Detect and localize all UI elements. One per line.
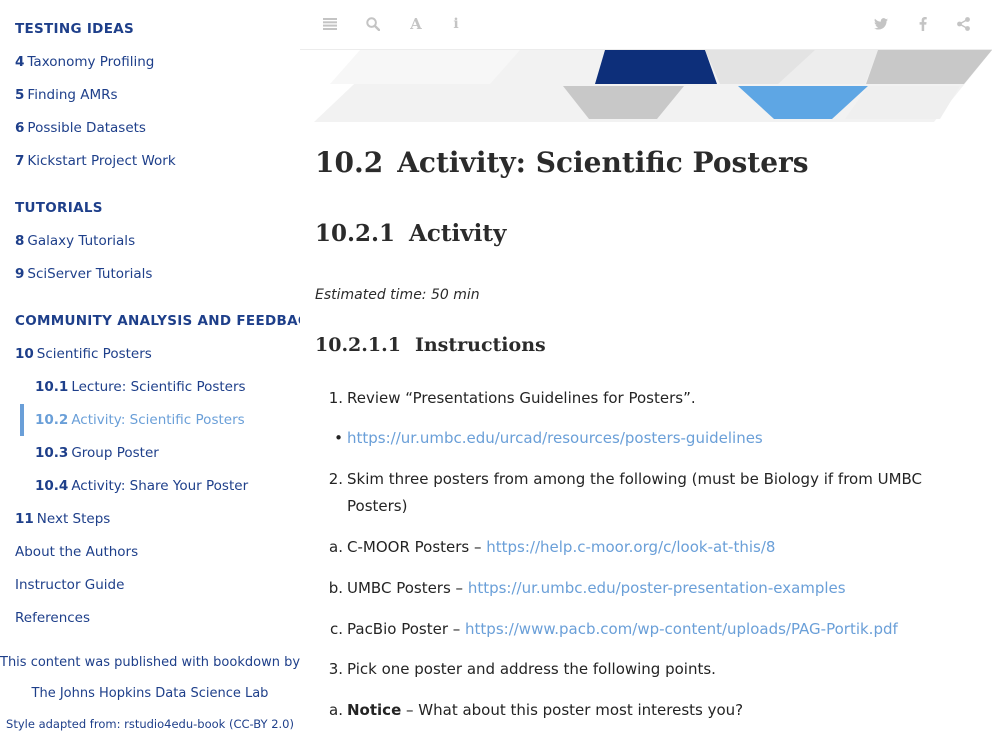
sidebar-item-number: 7: [15, 153, 25, 169]
sidebar-section-testing-ideas: TESTING IDEAS: [15, 21, 134, 37]
list-marker: 1.: [328, 389, 343, 407]
sidebar-item-next-steps[interactable]: 11 Next Steps: [15, 511, 110, 527]
sidebar-item-number: 9: [15, 266, 25, 282]
section-title: Activity: Scientific Posters: [397, 146, 809, 179]
list-marker: 3.: [328, 660, 343, 678]
book-toolbar: A i: [300, 0, 992, 50]
list-marker: a.: [329, 538, 343, 556]
sidebar-item-label: Activity: Scientific Posters: [71, 412, 245, 428]
sidebar-item-number: 11: [15, 511, 34, 527]
sidebar-item-label: Instructor Guide: [15, 577, 125, 593]
sidebar-item-label: Taxonomy Profiling: [27, 54, 155, 70]
sidebar-item-label: Scientific Posters: [36, 346, 152, 362]
sidebar-item-label: Galaxy Tutorials: [27, 233, 136, 249]
sidebar-item-activity-scientific-posters[interactable]: 10.2 Activity: Scientific Posters: [35, 412, 245, 428]
list-item-text-continued: Posters): [347, 497, 408, 515]
sidebar-item-label: About the Authors: [15, 544, 139, 560]
search-icon[interactable]: [363, 14, 383, 34]
section-number: 10.2.1: [315, 220, 396, 247]
list-marker: 2.: [328, 470, 343, 488]
sidebar-item-number: 4: [15, 54, 25, 70]
subsection-heading: 10.2.1 Activity: [315, 220, 506, 247]
sidebar-item-number: 6: [15, 120, 25, 136]
list-item-text: C-MOOR Posters –: [347, 538, 487, 556]
publisher-link[interactable]: The Johns Hopkins Data Science Lab: [0, 686, 300, 701]
list-item-text: Review “Presentations Guidelines for Pos…: [347, 389, 696, 407]
list-marker: a.: [329, 701, 343, 719]
sidebar-item-taxonomy-profiling[interactable]: 4 Taxonomy Profiling: [15, 54, 154, 70]
list-item-text: UMBC Posters –: [347, 579, 468, 597]
cmoor-posters-link[interactable]: https://help.c-moor.org/c/look-at-this/8: [486, 538, 775, 556]
info-icon[interactable]: i: [446, 14, 466, 34]
sidebar: TESTING IDEAS 4 Taxonomy Profiling 5 Findi…: [0, 0, 300, 744]
list-item-text: PacBio Poster –: [347, 620, 466, 638]
section-number: 10.2.1.1: [315, 334, 401, 356]
sidebar-item-kickstart-project-work[interactable]: 7 Kickstart Project Work: [15, 153, 176, 169]
list-item-text: Skim three posters from among the follow…: [347, 470, 923, 488]
sidebar-item-label: Group Poster: [71, 445, 159, 461]
page-title: 10.2 Activity: Scientific Posters: [315, 146, 809, 179]
sidebar-item-number: 10: [15, 346, 34, 362]
sidebar-item-label: Next Steps: [36, 511, 111, 527]
sidebar-item-number: 8: [15, 233, 25, 249]
sidebar-item-label: Possible Datasets: [27, 120, 146, 136]
pacbio-poster-link[interactable]: https://www.pacb.com/wp-content/uploads/…: [465, 620, 898, 638]
sidebar-item-number: 10.1: [35, 379, 69, 395]
section-number: 10.2: [315, 146, 384, 179]
style-credit-link[interactable]: Style adapted from: rstudio4edu-book (CC…: [0, 717, 300, 731]
sidebar-item-galaxy-tutorials[interactable]: 8 Galaxy Tutorials: [15, 233, 135, 249]
sidebar-item-instructor-guide[interactable]: Instructor Guide: [15, 577, 124, 593]
sidebar-section-tutorials: TUTORIALS: [15, 200, 103, 216]
list-item-text: – What about this poster most interests …: [401, 701, 744, 719]
sidebar-item-label: Activity: Share Your Poster: [71, 478, 249, 494]
notice-label: Notice: [347, 701, 402, 719]
sidebar-item-number: 10.2: [35, 412, 69, 428]
umbc-posters-link[interactable]: https://ur.umbc.edu/poster-presentation-…: [468, 579, 846, 597]
sidebar-item-group-poster[interactable]: 10.3 Group Poster: [35, 445, 159, 461]
sidebar-item-about-the-authors[interactable]: About the Authors: [15, 544, 138, 560]
sidebar-section-community-analysis: COMMUNITY ANALYSIS AND FEEDBACK: [15, 313, 300, 329]
list-item-text: Pick one poster and address the followin…: [347, 660, 716, 678]
sidebar-item-label: Lecture: Scientific Posters: [71, 379, 246, 395]
sidebar-item-share-your-poster[interactable]: 10.4 Activity: Share Your Poster: [35, 478, 248, 494]
list-marker: •: [334, 429, 343, 447]
section-title: Instructions: [414, 334, 546, 356]
sidebar-item-number: 5: [15, 87, 25, 103]
facebook-icon[interactable]: [913, 14, 933, 34]
toc-toggle-icon[interactable]: [320, 14, 340, 34]
active-item-indicator: [20, 404, 24, 436]
share-icon[interactable]: [953, 14, 973, 34]
sidebar-item-finding-amrs[interactable]: 5 Finding AMRs: [15, 87, 118, 103]
sidebar-item-lecture-scientific-posters[interactable]: 10.1 Lecture: Scientific Posters: [35, 379, 246, 395]
twitter-icon[interactable]: [871, 14, 891, 34]
list-marker: b.: [328, 579, 343, 597]
sidebar-item-label: Finding AMRs: [27, 87, 118, 103]
sidebar-item-number: 10.3: [35, 445, 69, 461]
list-marker: c.: [329, 620, 343, 638]
sidebar-item-number: 10.4: [35, 478, 69, 494]
sidebar-item-sciserver-tutorials[interactable]: 9 SciServer Tutorials: [15, 266, 152, 282]
sidebar-item-references[interactable]: References: [15, 610, 90, 626]
estimated-time: Estimated time: 50 min: [315, 287, 480, 303]
sidebar-item-label: Kickstart Project Work: [27, 153, 176, 169]
sidebar-item-label: SciServer Tutorials: [27, 266, 153, 282]
posters-guidelines-link[interactable]: https://ur.umbc.edu/urcad/resources/post…: [347, 429, 763, 447]
font-settings-icon[interactable]: A: [406, 14, 426, 34]
section-title: Activity: [409, 220, 507, 247]
header-banner-image: [300, 50, 992, 122]
sidebar-item-label: References: [15, 610, 91, 626]
subsubsection-heading: 10.2.1.1 Instructions: [315, 334, 546, 356]
publisher-note: This content was published with bookdown…: [0, 655, 300, 670]
sidebar-item-possible-datasets[interactable]: 6 Possible Datasets: [15, 120, 146, 136]
sidebar-item-scientific-posters[interactable]: 10 Scientific Posters: [15, 346, 152, 362]
